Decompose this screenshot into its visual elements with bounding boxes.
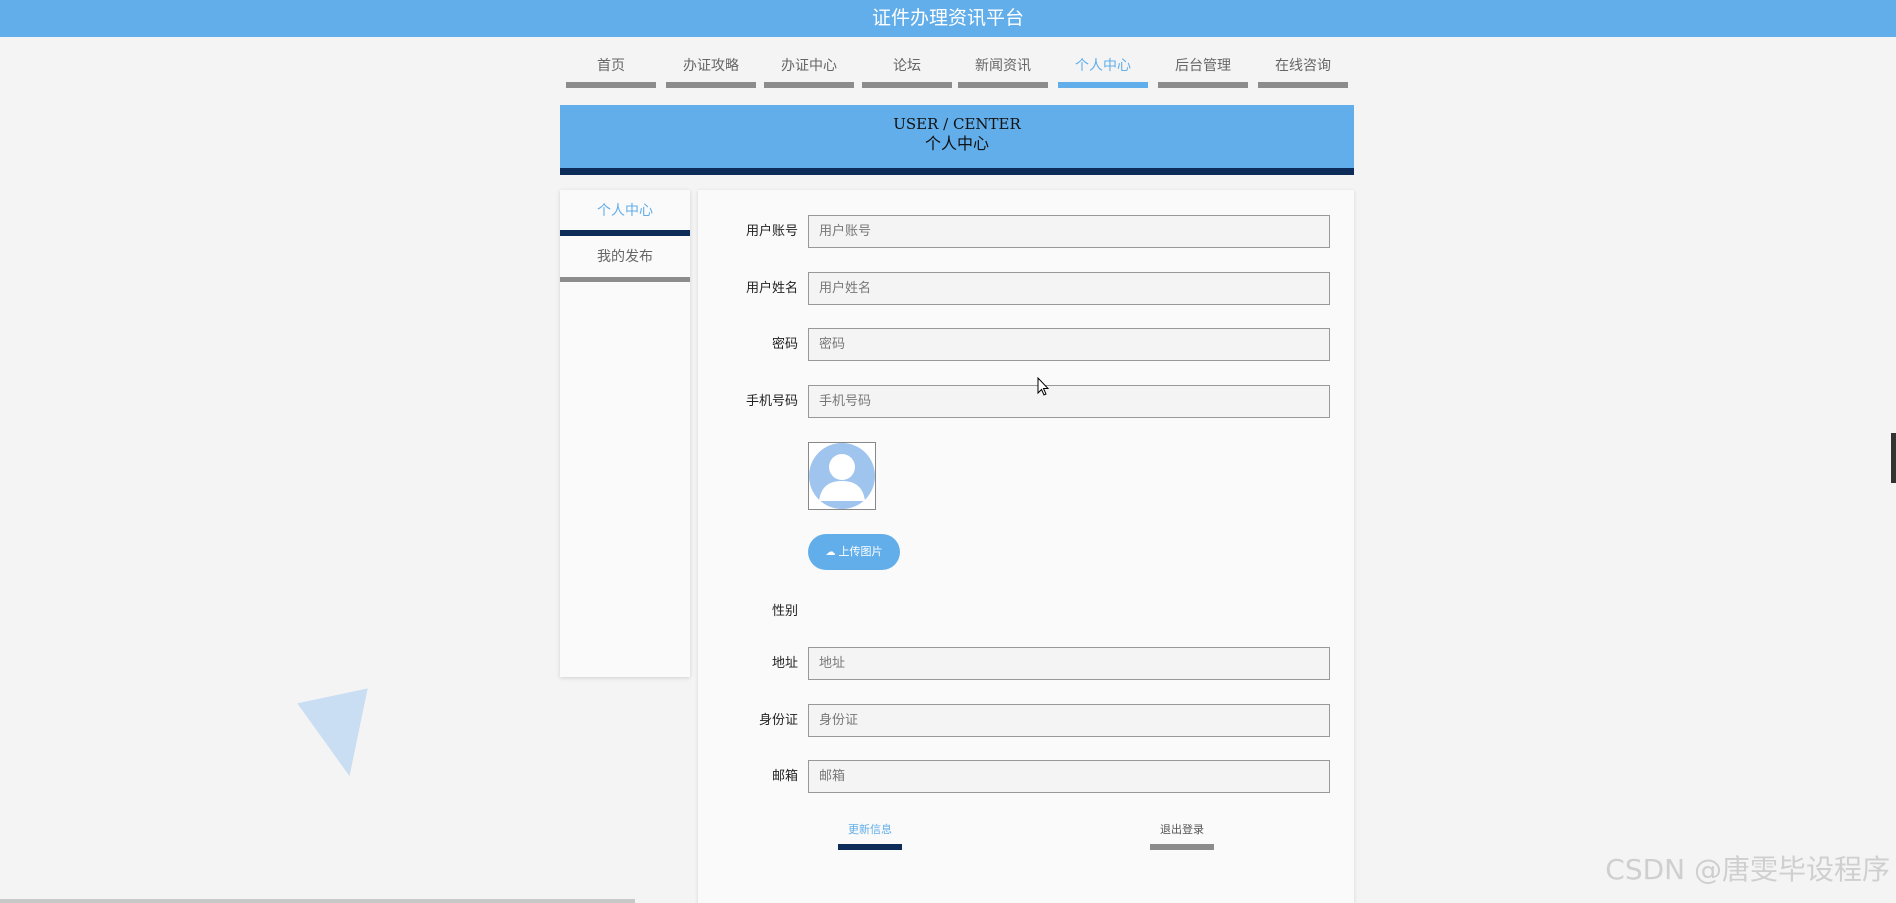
nav-item-news[interactable]: 新闻资讯 [958,52,1048,88]
update-info-button[interactable]: 更新信息 [838,822,902,850]
nav-item-forum[interactable]: 论坛 [862,52,952,88]
id-card-input[interactable] [808,704,1330,737]
name-label: 用户姓名 [745,281,798,296]
form-row-password: 密码 [698,328,1354,361]
mouse-cursor-icon [1037,377,1050,396]
user-avatar-icon [809,443,875,509]
form-row-address: 地址 [698,647,1354,680]
nav-item-admin[interactable]: 后台管理 [1158,52,1248,88]
site-title: 证件办理资讯平台 [871,7,1024,29]
form-row-email: 邮箱 [698,760,1354,793]
cloud-upload-icon: ☁ [825,547,836,558]
page-banner: USER / CENTER 个人中心 [560,105,1354,175]
nav-item-user-center[interactable]: 个人中心 [1058,52,1148,88]
gender-label: 性别 [771,604,798,619]
sidebar-item-my-posts[interactable]: 我的发布 [560,236,690,282]
nav-item-consult[interactable]: 在线咨询 [1258,52,1348,88]
name-input[interactable] [808,272,1330,305]
email-label: 邮箱 [771,769,798,784]
sidebar: 个人中心 我的发布 [560,190,690,677]
watermark: CSDN @唐雯毕设程序 [1605,853,1890,886]
email-input[interactable] [808,760,1330,793]
address-input[interactable] [808,647,1330,680]
banner-english-title: USER / CENTER [893,115,1021,133]
nav-item-certificate-center[interactable]: 办证中心 [764,52,854,88]
profile-form: 用户账号 用户姓名 密码 手机号码 ☁上传图片 性别 地址 身份证 邮箱 更新信… [698,190,1354,903]
phone-input[interactable] [808,385,1330,418]
top-bar: 证件办理资讯平台 [0,0,1896,37]
nav-item-home[interactable]: 首页 [566,52,656,88]
upload-image-label: 上传图片 [838,545,883,558]
form-row-phone: 手机号码 [698,385,1354,418]
form-row-name: 用户姓名 [698,272,1354,305]
nav-item-guide[interactable]: 办证攻略 [666,52,756,88]
upload-image-button[interactable]: ☁ 上传图片 [808,534,900,570]
banner-title: 个人中心 [924,134,989,153]
scroll-handle[interactable] [1891,433,1896,483]
password-input[interactable] [808,328,1330,361]
account-input[interactable] [808,215,1330,248]
decorative-triangle [297,688,385,784]
form-row-id-card: 身份证 [698,704,1354,737]
horizontal-scrollbar[interactable] [0,899,635,903]
sidebar-item-user-center[interactable]: 个人中心 [560,190,690,236]
phone-label: 手机号码 [745,394,798,409]
account-label: 用户账号 [745,224,798,239]
avatar-preview [808,442,876,510]
password-label: 密码 [771,337,798,352]
address-label: 地址 [771,656,798,671]
logout-button[interactable]: 退出登录 [1150,822,1214,850]
id-card-label: 身份证 [758,713,798,728]
form-row-account: 用户账号 [698,215,1354,248]
